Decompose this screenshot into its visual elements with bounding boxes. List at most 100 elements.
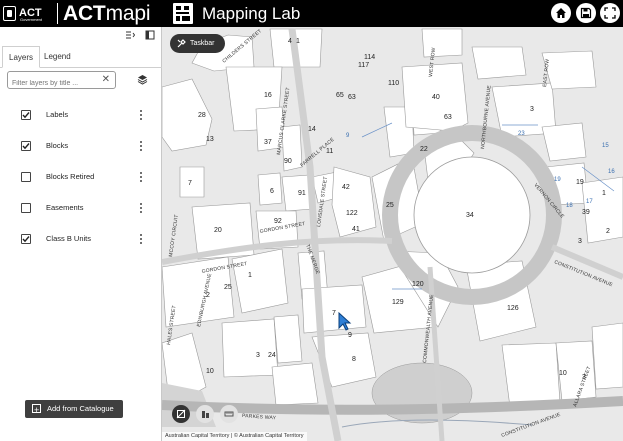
- blue-label: 16: [608, 169, 615, 175]
- layers-panel: Layers Legend ✕ Labels Blocks Blocks Ret…: [0, 27, 162, 441]
- block-label: 41: [352, 226, 360, 233]
- block-label: 25: [224, 284, 232, 291]
- blue-label: 19: [554, 177, 561, 183]
- layer-label: Easements: [46, 203, 84, 212]
- block-label: 22: [420, 146, 428, 153]
- block-label: 10: [206, 368, 214, 375]
- block-label: 1: [296, 38, 300, 45]
- ruler-icon: [224, 411, 234, 417]
- block-label: 110: [388, 80, 399, 87]
- map-toolbar: [172, 404, 238, 424]
- block-label: 65: [336, 92, 344, 99]
- block-label: 9: [348, 332, 352, 339]
- blue-label: 15: [602, 143, 609, 149]
- block-label: 8: [352, 356, 356, 363]
- fullscreen-icon: [604, 7, 616, 19]
- block-label: 114: [364, 54, 375, 61]
- block-label: 40: [432, 94, 440, 101]
- layer-label: Class B Units: [46, 234, 92, 243]
- block-label: 39: [582, 209, 590, 216]
- map-canvas[interactable]: 4 1 16 28 13 7 37 90 6 91 42 122 41 25 2…: [162, 27, 623, 441]
- block-label: 4: [288, 38, 292, 45]
- block-label: 6: [270, 188, 274, 195]
- layer-options-icon[interactable]: [139, 202, 143, 214]
- block-label: 34: [466, 212, 474, 219]
- logo-subtext: Government: [20, 17, 43, 22]
- filter-input[interactable]: [8, 75, 96, 92]
- blue-label: 18: [566, 203, 573, 209]
- check-icon: [22, 112, 30, 119]
- layer-row-labels[interactable]: Labels: [0, 105, 160, 125]
- block-label: 126: [507, 305, 519, 312]
- layer-options-icon[interactable]: [139, 140, 143, 152]
- block-label: 1: [248, 272, 252, 279]
- block-label: 10: [559, 370, 567, 377]
- brand-prefix: ACT: [63, 2, 106, 25]
- blue-label: 17: [586, 199, 593, 205]
- basemap-button[interactable]: [196, 405, 214, 423]
- layer-checkbox[interactable]: [21, 110, 31, 120]
- layer-row-class-b-units[interactable]: Class B Units: [0, 229, 160, 249]
- layer-options-icon[interactable]: [139, 109, 143, 121]
- tab-layers[interactable]: Layers: [2, 46, 41, 68]
- collapse-all-icon[interactable]: [125, 30, 135, 40]
- block-label: 13: [206, 136, 214, 143]
- block-label: 129: [392, 299, 404, 306]
- tab-legend[interactable]: Legend: [38, 46, 77, 68]
- building-icon: [202, 411, 209, 418]
- layer-checkbox[interactable]: [21, 203, 31, 213]
- block-label: 63: [348, 94, 356, 101]
- layer-row-blocks-retired[interactable]: Blocks Retired: [0, 167, 160, 187]
- block-label: 19: [576, 179, 584, 186]
- panel-tools: [125, 30, 155, 40]
- layers-stack-icon[interactable]: [137, 74, 148, 85]
- block-label: 37: [264, 139, 272, 146]
- block-label: 63: [444, 114, 452, 121]
- page-title: Mapping Lab: [202, 4, 301, 23]
- block-label: 122: [346, 210, 358, 217]
- taskbar-button[interactable]: Taskbar: [170, 34, 225, 53]
- map-attribution: Australian Capital Territory | © Austral…: [162, 432, 307, 441]
- app-header: ACT Government ACTmapi Mapping Lab: [0, 0, 623, 27]
- act-government-logo: ACT Government: [3, 3, 53, 24]
- block-label: 3: [256, 352, 260, 359]
- save-icon: [580, 7, 592, 19]
- layer-row-blocks[interactable]: Blocks: [0, 136, 160, 156]
- layer-options-icon[interactable]: [139, 171, 143, 183]
- save-button[interactable]: [576, 3, 596, 23]
- layer-row-easements[interactable]: Easements: [0, 198, 160, 218]
- check-icon: [22, 143, 30, 150]
- app-brand: ACTmapi: [63, 1, 150, 26]
- block-label: 7: [188, 180, 192, 187]
- panel-toggle-icon[interactable]: [145, 30, 155, 40]
- block-label: 42: [342, 184, 350, 191]
- block-label: 16: [264, 92, 272, 99]
- block-label: 28: [198, 112, 206, 119]
- map-view[interactable]: 4 1 16 28 13 7 37 90 6 91 42 122 41 25 2…: [162, 27, 623, 441]
- fullscreen-button[interactable]: [600, 3, 620, 23]
- tools-icon: [177, 39, 186, 48]
- brand-suffix: mapi: [105, 2, 151, 25]
- home-button[interactable]: [551, 3, 571, 23]
- layer-label: Blocks Retired: [46, 172, 95, 181]
- clear-filter-icon[interactable]: ✕: [102, 74, 110, 86]
- crest-icon: [3, 6, 16, 21]
- layer-options-icon[interactable]: [139, 233, 143, 245]
- clear-selection-button[interactable]: [172, 405, 190, 423]
- layer-filter: ✕: [7, 71, 116, 92]
- layer-checkbox[interactable]: [21, 141, 31, 151]
- block-label: 117: [358, 62, 369, 69]
- home-icon: [556, 8, 566, 18]
- layer-checkbox[interactable]: [21, 172, 31, 182]
- block-label: 92: [274, 218, 282, 225]
- block-label: 14: [308, 126, 316, 133]
- block-label: 91: [298, 190, 306, 197]
- block-label: 7: [332, 310, 336, 317]
- measure-button[interactable]: [220, 405, 238, 423]
- add-from-catalogue-button[interactable]: Add from Catalogue: [25, 400, 123, 419]
- check-icon: [22, 236, 30, 243]
- mouse-cursor-icon: [338, 312, 352, 331]
- mapping-lab-icon: [173, 3, 193, 24]
- layer-checkbox[interactable]: [21, 234, 31, 244]
- blue-label: 23: [518, 131, 525, 137]
